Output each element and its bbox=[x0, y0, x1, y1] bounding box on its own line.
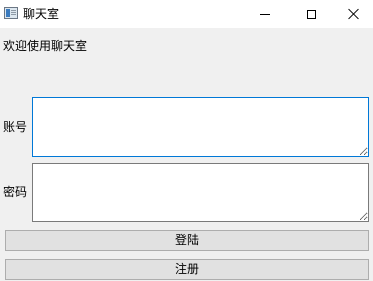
title-bar[interactable]: 聊天室 bbox=[0, 0, 373, 28]
account-field[interactable] bbox=[32, 97, 369, 157]
minimize-icon bbox=[260, 13, 270, 15]
password-field[interactable] bbox=[32, 163, 369, 222]
window-title: 聊天室 bbox=[23, 7, 60, 21]
login-button[interactable]: 登陆 bbox=[5, 230, 369, 251]
maximize-button[interactable] bbox=[288, 0, 334, 28]
maximize-icon bbox=[306, 9, 316, 19]
register-button[interactable]: 注册 bbox=[5, 259, 369, 280]
application-icon bbox=[4, 7, 18, 19]
minimize-button[interactable] bbox=[242, 0, 288, 28]
chat-room-window: 聊天室 欢迎使用聊天室 账号 密码 登陆 注册 bbox=[0, 0, 373, 281]
welcome-label: 欢迎使用聊天室 bbox=[3, 39, 88, 53]
account-label: 账号 bbox=[3, 120, 28, 134]
password-label: 密码 bbox=[3, 185, 28, 199]
close-button[interactable] bbox=[334, 0, 373, 28]
close-icon bbox=[348, 8, 360, 20]
